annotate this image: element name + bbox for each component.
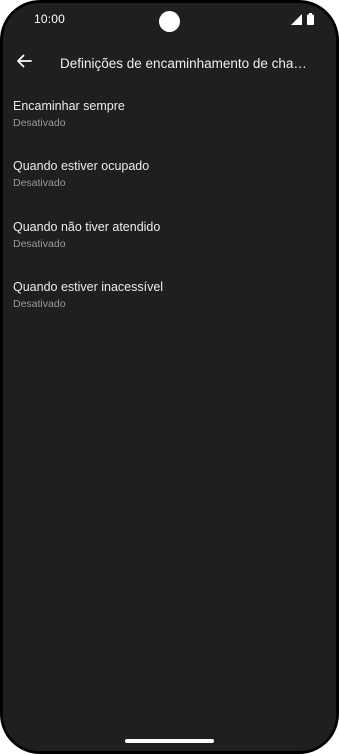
cell-signal-icon [291,13,302,25]
screen: 10:00 Definições de encaminhamento de ch… [3,3,336,751]
setting-title: Quando não tiver atendido [13,219,161,234]
app-bar: Definições de encaminhamento de chamadas [3,41,336,85]
settings-list: Encaminhar sempre Desativado Quando esti… [3,90,336,331]
setting-forward-always[interactable]: Encaminhar sempre Desativado [3,90,336,150]
setting-summary: Desativado [13,237,66,250]
camera-cutout [159,11,180,32]
setting-title: Quando estiver ocupado [13,159,150,174]
phone-frame: 10:00 Definições de encaminhamento de ch… [0,0,339,754]
setting-forward-when-unreachable[interactable]: Quando estiver inacessível Desativado [3,271,336,331]
setting-summary: Desativado [13,297,66,310]
page-title: Definições de encaminhamento de chamadas [60,56,318,71]
battery-icon [307,13,314,25]
status-bar: 10:00 [3,3,336,37]
setting-summary: Desativado [13,117,66,129]
status-icons [291,13,314,25]
gesture-navigation-bar[interactable] [125,739,214,743]
setting-title: Quando estiver inacessível [13,279,164,294]
back-button[interactable] [12,51,36,75]
setting-forward-when-busy[interactable]: Quando estiver ocupado Desativado [3,150,336,210]
setting-title: Encaminhar sempre [13,99,125,113]
setting-summary: Desativado [13,177,66,190]
setting-forward-when-unanswered[interactable]: Quando não tiver atendido Desativado [3,211,336,271]
arrow-left-icon [16,53,32,74]
status-time: 10:00 [34,12,66,26]
